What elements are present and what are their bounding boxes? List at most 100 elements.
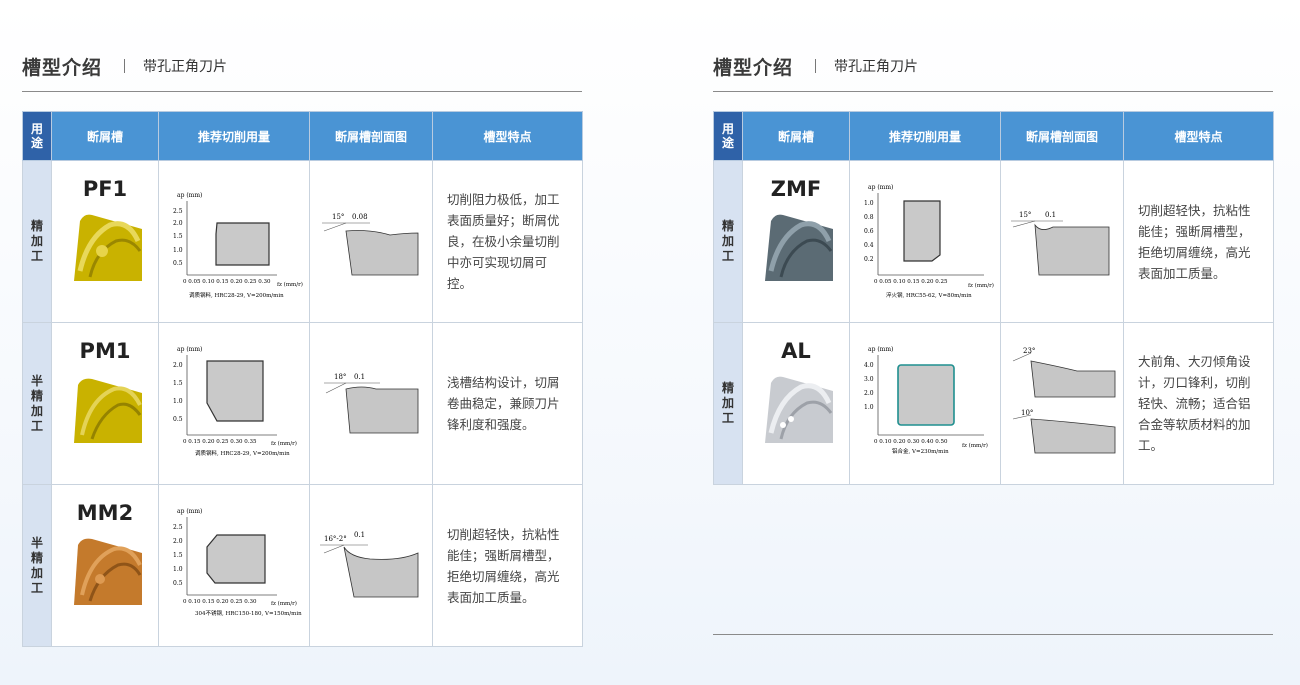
- col-section: 断屑槽剖面图: [309, 111, 433, 161]
- svg-text:2.5: 2.5: [173, 208, 183, 215]
- insert-steel-image: [765, 214, 833, 281]
- svg-text:15°: 15°: [1019, 211, 1031, 219]
- table-row: 精加工 ZMF ap (mm) 1.0 0.8 0.6 0.4 0.2 0 0.…: [713, 160, 1274, 323]
- feature-cell: 大前角、大刃倾角设计，刃口锋利，切削轻快、流畅；适合铝合金等软质材料的加工。: [1123, 322, 1274, 485]
- section-title: 槽型介绍: [713, 56, 794, 79]
- svg-text:16°-2°: 16°-2°: [324, 535, 347, 543]
- section-subtitle: 带孔正角刀片: [834, 59, 919, 75]
- header-divider: [815, 59, 817, 73]
- svg-text:fz (mm/r): fz (mm/r): [968, 282, 994, 289]
- bottom-rule: [713, 634, 1273, 635]
- svg-text:2.0: 2.0: [173, 362, 183, 369]
- section-cell: 23° 10°: [1000, 322, 1124, 485]
- svg-text:0 0.05 0.10 0.15 0.20 0.25: 0 0.05 0.10 0.15 0.20 0.25: [874, 279, 948, 285]
- groove-name: PM1: [79, 339, 131, 363]
- table-row: 半精加工 PM1 ap (mm) 2.0 1.5 1.0 0.5 0 0.15 …: [22, 322, 583, 485]
- svg-text:4.0: 4.0: [864, 362, 874, 369]
- svg-text:1.0: 1.0: [173, 398, 183, 405]
- svg-text:fz (mm/r): fz (mm/r): [277, 281, 303, 288]
- svg-text:ap (mm): ap (mm): [868, 184, 893, 191]
- usage-cell: 精加工: [713, 160, 743, 323]
- insert-silver-image: [765, 376, 833, 443]
- insert-gold-image: [74, 378, 142, 443]
- groove-cell: MM2: [51, 484, 159, 647]
- svg-text:0.1: 0.1: [354, 373, 365, 381]
- svg-text:0.5: 0.5: [173, 416, 183, 423]
- svg-text:铝合金, V=230m/min: 铝合金, V=230m/min: [892, 447, 949, 455]
- col-cut: 推荐切削用量: [158, 111, 310, 161]
- svg-text:fz (mm/r): fz (mm/r): [271, 440, 297, 447]
- col-use: 用途: [713, 111, 743, 161]
- cutting-chart: ap (mm) 4.0 3.0 2.0 1.0 0 0.10 0.20 0.30…: [864, 346, 988, 455]
- insert-bronze-image: [74, 538, 142, 605]
- groove-table: 用途 断屑槽 推荐切削用量 断屑槽剖面图 槽型特点 精加工 PF1 ap (mm…: [22, 111, 583, 647]
- table-row: 精加工 AL ap (mm) 4.0 3.0 2.0 1.0 0 0.10 0.…: [713, 322, 1274, 485]
- groove-name: PF1: [82, 177, 128, 201]
- feature-cell: 切削超轻快，抗粘性能佳；强断屑槽型，拒绝切屑缠绕，高光表面加工质量。: [1123, 160, 1274, 323]
- groove-cell: PM1: [51, 322, 159, 485]
- col-cut: 推荐切削用量: [849, 111, 1001, 161]
- svg-text:1.5: 1.5: [173, 233, 183, 240]
- section-diagram: 18° 0.1: [324, 373, 419, 434]
- usage-cell: 半精加工: [22, 484, 52, 647]
- feature-cell: 切削超轻快，抗粘性能佳；强断屑槽型，拒绝切屑缠绕，高光表面加工质量。: [432, 484, 583, 647]
- svg-text:0.5: 0.5: [173, 580, 183, 587]
- section-header: 槽型介绍 带孔正角刀片: [22, 52, 227, 80]
- header-divider: [124, 59, 126, 73]
- header-rule: [713, 91, 1273, 92]
- feature-cell: 切削阻力极低，加工表面质量好；断屑优良，在极小余量切削中亦可实现切屑可控。: [432, 160, 583, 323]
- svg-text:2.0: 2.0: [864, 390, 874, 397]
- svg-text:1.0: 1.0: [864, 404, 874, 411]
- table-row: 半精加工 MM2 ap (mm) 2.5 2.0 1.5 1.0 0.5 0 0…: [22, 484, 583, 647]
- cutting-chart-cell: ap (mm) 2.5 2.0 1.5 1.0 0.5 0 0.10 0.15 …: [158, 484, 310, 647]
- svg-text:1.5: 1.5: [173, 552, 183, 559]
- col-feature: 槽型特点: [432, 111, 583, 161]
- groove-name: ZMF: [770, 177, 822, 201]
- section-cell: 16°-2° 0.1: [309, 484, 433, 647]
- svg-text:ap (mm): ap (mm): [868, 346, 893, 353]
- svg-text:ap (mm): ap (mm): [177, 346, 202, 353]
- svg-text:ap (mm): ap (mm): [177, 192, 202, 199]
- svg-text:1.5: 1.5: [173, 380, 183, 387]
- svg-text:0.1: 0.1: [354, 531, 365, 539]
- svg-text:3.0: 3.0: [864, 376, 874, 383]
- svg-text:0 0.15 0.20 0.25 0.30 0.35: 0 0.15 0.20 0.25 0.30 0.35: [183, 439, 257, 445]
- groove-name: AL: [781, 339, 811, 363]
- svg-text:0.2: 0.2: [864, 256, 874, 263]
- cutting-chart-cell: ap (mm) 4.0 3.0 2.0 1.0 0 0.10 0.20 0.30…: [849, 322, 1001, 485]
- col-groove: 断屑槽: [742, 111, 850, 161]
- groove-cell: AL: [742, 322, 850, 485]
- svg-text:0 0.05 0.10 0.15 0.20 0.25 0.: 0 0.05 0.10 0.15 0.20 0.25 0.30: [183, 279, 271, 285]
- svg-text:15°: 15°: [332, 213, 344, 221]
- svg-text:2.0: 2.0: [173, 538, 183, 545]
- svg-text:10°: 10°: [1021, 409, 1033, 417]
- svg-text:2.5: 2.5: [173, 524, 183, 531]
- col-section: 断屑槽剖面图: [1000, 111, 1124, 161]
- svg-text:1.0: 1.0: [173, 566, 183, 573]
- feature-cell: 浅槽结构设计，切屑卷曲稳定，兼顾刀片锋利度和强度。: [432, 322, 583, 485]
- cutting-chart-cell: ap (mm) 2.0 1.5 1.0 0.5 0 0.15 0.20 0.25…: [158, 322, 310, 485]
- col-groove: 断屑槽: [51, 111, 159, 161]
- section-title: 槽型介绍: [22, 56, 103, 79]
- usage-cell: 半精加工: [22, 322, 52, 485]
- section-cell: 18° 0.1: [309, 322, 433, 485]
- svg-text:0.08: 0.08: [352, 213, 368, 221]
- svg-text:0.5: 0.5: [173, 260, 183, 267]
- cutting-chart: ap (mm) 1.0 0.8 0.6 0.4 0.2 0 0.05 0.10 …: [864, 184, 994, 299]
- groove-cell: PF1: [51, 160, 159, 323]
- section-diagram: 23° 10°: [1012, 347, 1116, 454]
- usage-cell: 精加工: [713, 322, 743, 485]
- table-row: 精加工 PF1 ap (mm) 2.5 2.0 1.5 1.0 0.5 0 0.…: [22, 160, 583, 323]
- usage-cell: 精加工: [22, 160, 52, 323]
- header-rule: [22, 91, 582, 92]
- svg-text:23°: 23°: [1023, 347, 1035, 355]
- svg-text:调质钢料, HRC28-29, V=200m/min: 调质钢料, HRC28-29, V=200m/min: [189, 291, 284, 299]
- svg-text:2.0: 2.0: [173, 220, 183, 227]
- groove-name: MM2: [76, 501, 134, 525]
- cutting-chart: ap (mm) 2.5 2.0 1.5 1.0 0.5 0 0.05 0.10 …: [173, 192, 303, 299]
- table-header-row: 用途 断屑槽 推荐切削用量 断屑槽剖面图 槽型特点: [22, 111, 583, 161]
- section-diagram: 15° 0.08: [322, 213, 419, 276]
- section-header: 槽型介绍 带孔正角刀片: [713, 52, 918, 80]
- svg-text:18°: 18°: [334, 373, 346, 381]
- cutting-chart-cell: ap (mm) 1.0 0.8 0.6 0.4 0.2 0 0.05 0.10 …: [849, 160, 1001, 323]
